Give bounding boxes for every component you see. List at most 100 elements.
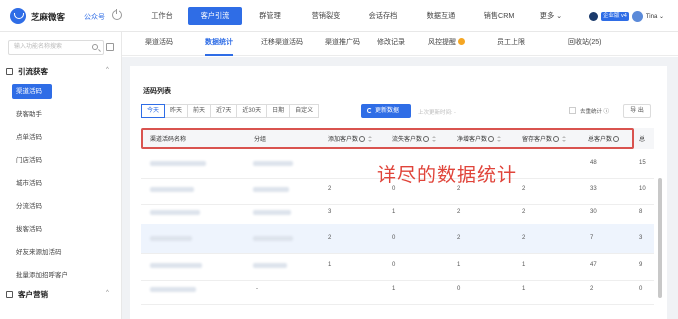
power-icon[interactable] <box>112 9 122 20</box>
last-update-time: 上次更新时间: - <box>418 110 456 116</box>
cell-net: 2 <box>457 235 461 241</box>
vertical-scrollbar[interactable] <box>658 178 662 298</box>
filter-day-before[interactable]: 前天 <box>187 104 212 118</box>
list-title: 活码列表 <box>143 88 171 95</box>
filter-yesterday[interactable]: 昨天 <box>164 104 189 118</box>
cell-retained: 2 <box>522 235 526 241</box>
header-highlight-box <box>141 128 634 149</box>
blurred-name <box>150 287 196 292</box>
tab-strip: 渠道活码 数据统计 迁移渠道活码 渠道推广码 修改记录 风控提醒 员工上限 回收… <box>122 32 678 56</box>
cell-retained: 2 <box>522 186 526 192</box>
sidebar-item-channel-code[interactable]: 渠道活码 <box>12 84 52 99</box>
chevron-up-icon[interactable]: ^ <box>106 290 109 296</box>
blurred-group <box>253 263 287 268</box>
cell-retained: 2 <box>522 209 526 215</box>
blurred-group <box>253 210 291 215</box>
user-name[interactable]: Tina ⌄ <box>646 13 664 20</box>
cell-added: 1 <box>328 262 332 268</box>
cell-total: 33 <box>590 186 597 192</box>
search-icon[interactable] <box>92 44 98 50</box>
nav-marketing-fission[interactable]: 营销裂变 <box>306 0 346 32</box>
sidebar-item-friend-source[interactable]: 好友来源加活码 <box>12 245 112 260</box>
nav-customer-traffic[interactable]: 客户引流 <box>188 0 242 32</box>
nav-data-interop[interactable]: 数据互通 <box>420 0 462 32</box>
cell-extra: 8 <box>639 209 643 215</box>
blurred-group <box>253 161 293 166</box>
table-row[interactable]: - 1 0 1 2 0 <box>141 275 654 305</box>
filter-last-30-days[interactable]: 近30天 <box>236 104 268 118</box>
tab-risk-alert[interactable]: 风控提醒 <box>428 32 465 56</box>
cell-net: 2 <box>457 209 461 215</box>
sidebar-item-city-code[interactable]: 城市活码 <box>12 176 112 191</box>
user-area[interactable]: 企业版 v4 Tina ⌄ <box>589 9 664 23</box>
tab-change-log[interactable]: 修改记录 <box>377 32 405 56</box>
section-customer-marketing[interactable]: 客户营销 <box>6 289 48 300</box>
tab-migrate-channel-code[interactable]: 迁移渠道活码 <box>261 32 303 56</box>
cell-extra: 0 <box>639 286 643 292</box>
search-input[interactable]: 输入功能名称搜索 <box>8 40 104 55</box>
section-title: 引流获客 <box>18 67 48 76</box>
tab-recycle-bin[interactable]: 回收站(25) <box>568 32 601 56</box>
refresh-icon <box>367 107 372 113</box>
cell-total: 30 <box>590 209 597 215</box>
cell-added: 3 <box>328 209 332 215</box>
cell-retained: 1 <box>522 286 526 292</box>
blurred-name <box>150 210 200 215</box>
cell-retained: 1 <box>522 262 526 268</box>
filter-last-7-days[interactable]: 近7天 <box>210 104 238 118</box>
sidebar-item-pull-code[interactable]: 拔客活码 <box>12 222 112 237</box>
nav-more[interactable]: 更多 ⌄ <box>536 0 566 32</box>
nav-workbench[interactable]: 工作台 <box>142 0 182 32</box>
cell-net: 0 <box>457 286 461 292</box>
section-title: 客户营销 <box>18 290 48 299</box>
cell-extra: 10 <box>639 186 646 192</box>
blurred-name <box>150 236 192 241</box>
export-button[interactable]: 导 出 <box>623 104 651 118</box>
cell-total: 47 <box>590 262 597 268</box>
nav-group-management[interactable]: 群管理 <box>250 0 290 32</box>
sidebar-item-split-code[interactable]: 分流活码 <box>12 199 112 214</box>
collapse-sidebar-icon[interactable] <box>106 43 114 51</box>
brand-name: 芝麻微客 <box>31 12 66 22</box>
dedupe-checkbox[interactable] <box>569 107 576 114</box>
cell-lost: 0 <box>392 262 396 268</box>
cell-lost: 0 <box>392 235 396 241</box>
sidebar-item-batch-add[interactable]: 批量添加招呼客户 <box>12 268 112 283</box>
refresh-data-button[interactable]: 更新数据 <box>361 104 411 118</box>
refresh-label: 更新数据 <box>375 108 400 114</box>
account-link[interactable]: 公众号 <box>84 12 105 22</box>
marketing-icon <box>6 291 13 298</box>
tab-label: 风控提醒 <box>428 39 456 46</box>
sidebar-item-store-code[interactable]: 门店活码 <box>12 153 112 168</box>
filter-today[interactable]: 今天 <box>141 104 166 118</box>
top-bar: 芝麻微客 公众号 工作台 客户引流 群管理 营销裂变 会话存档 数据互通 销售C… <box>0 0 678 32</box>
cell-total: 48 <box>590 160 597 166</box>
nav-session-archive[interactable]: 会话存档 <box>362 0 404 32</box>
blurred-name <box>150 263 202 268</box>
version-badge: 企业版 v4 <box>601 11 629 21</box>
brand-logo-icon <box>10 8 26 24</box>
sidebar-item-order-code[interactable]: 点单活码 <box>12 130 112 145</box>
chevron-up-icon[interactable]: ^ <box>106 67 109 73</box>
cell-extra: 3 <box>639 235 643 241</box>
section-customer-acquisition[interactable]: 引流获客 <box>6 66 48 77</box>
tab-data-statistics[interactable]: 数据统计 <box>205 32 233 56</box>
blurred-group <box>253 187 289 192</box>
nav-sales-crm[interactable]: 销售CRM <box>478 0 520 32</box>
th-total-overflow: 总 <box>639 137 646 143</box>
sidebar: 输入功能名称搜索 引流获客 ^ 渠道活码 获客助手 点单活码 门店活码 城市活码… <box>0 32 122 319</box>
tab-channel-code[interactable]: 渠道活码 <box>145 32 173 56</box>
dedupe-label: 去重统计 ⓘ <box>580 109 610 115</box>
tab-staff-limit[interactable]: 员工上限 <box>497 32 525 56</box>
cell-group: - <box>256 286 258 292</box>
enterprise-icon <box>589 11 598 21</box>
blurred-name <box>150 161 206 166</box>
table-row[interactable]: 2 0 2 2 7 3 <box>141 224 654 254</box>
annotation-text: 详尽的数据统计 <box>377 164 518 186</box>
date-filter-group: 今天 昨天 前天 近7天 近30天 日期 自定义 <box>141 104 320 118</box>
avatar[interactable] <box>631 10 643 22</box>
filter-date[interactable]: 日期 <box>266 104 291 118</box>
filter-custom[interactable]: 自定义 <box>289 104 320 118</box>
sidebar-item-acquisition-assistant[interactable]: 获客助手 <box>12 107 112 122</box>
tab-channel-promo-code[interactable]: 渠道推广码 <box>325 32 360 56</box>
